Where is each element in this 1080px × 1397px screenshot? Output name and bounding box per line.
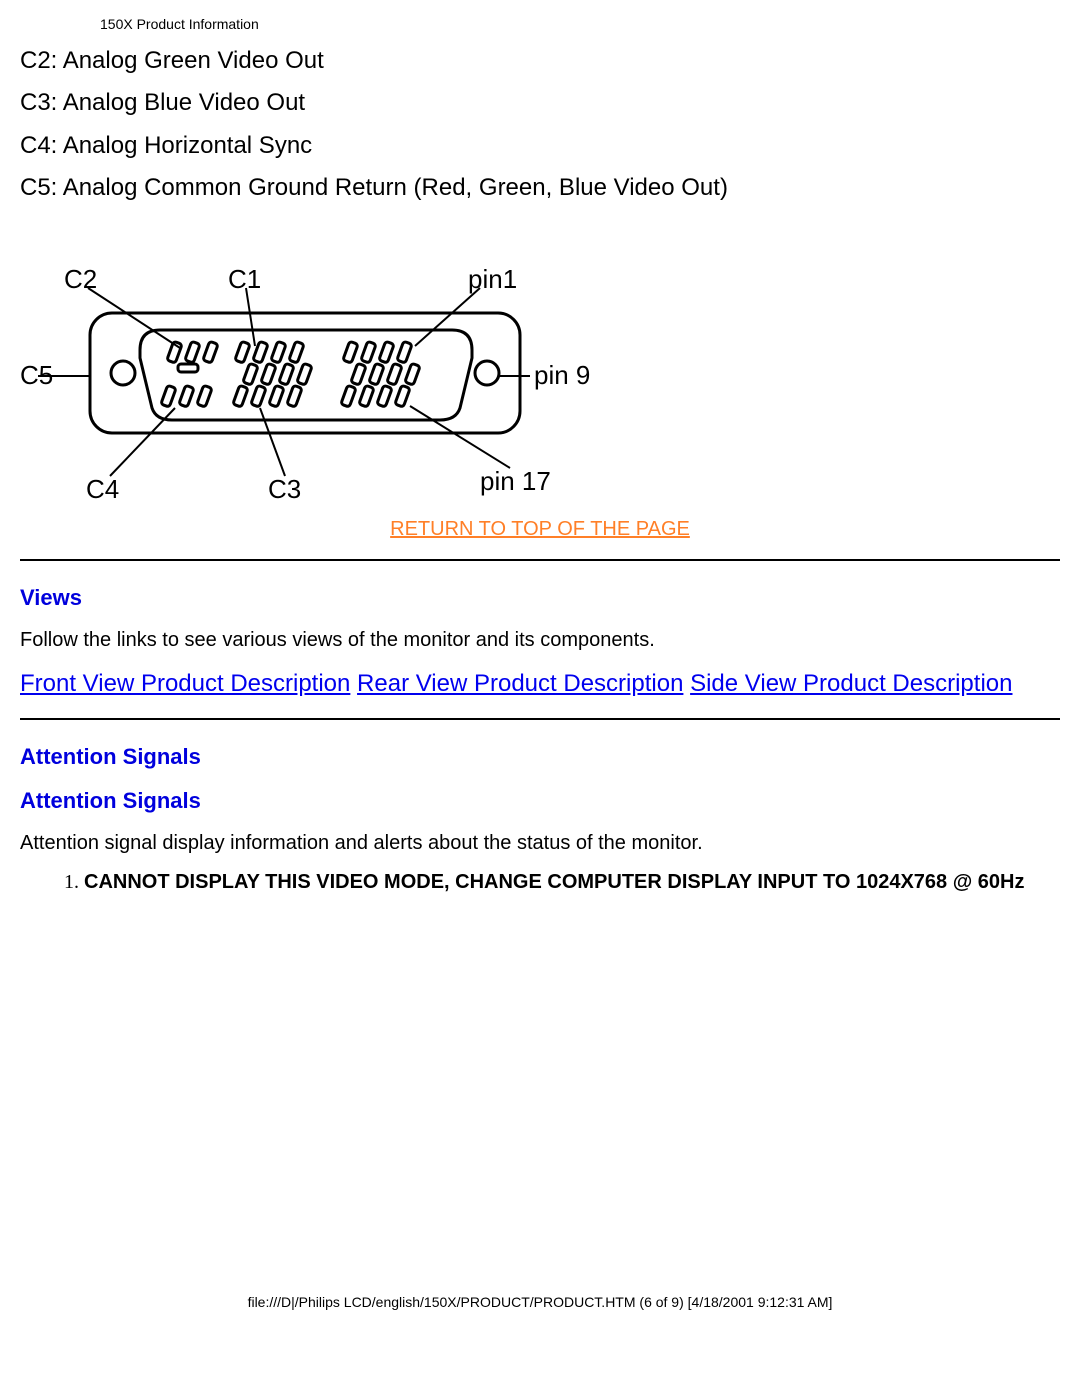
views-heading: Views <box>20 585 1060 611</box>
attention-list: CANNOT DISPLAY THIS VIDEO MODE, CHANGE C… <box>60 871 1060 894</box>
pin-c2: C2: Analog Green Video Out <box>20 42 1060 80</box>
divider <box>20 718 1060 720</box>
side-view-link[interactable]: Side View Product Description <box>690 670 1012 697</box>
return-to-top-link[interactable]: RETURN TO TOP OF THE PAGE <box>390 518 690 540</box>
label-c4: C4 <box>86 474 119 504</box>
rear-view-link[interactable]: Rear View Product Description <box>357 670 683 697</box>
pin-definitions: C2: Analog Green Video Out C3: Analog Bl… <box>20 42 1060 208</box>
attention-heading-1: Attention Signals <box>20 744 1060 770</box>
label-pin9: pin 9 <box>534 360 590 390</box>
view-links: Front View Product Description Rear View… <box>20 668 1060 700</box>
attention-item-1: CANNOT DISPLAY THIS VIDEO MODE, CHANGE C… <box>84 871 1060 894</box>
label-pin1: pin1 <box>468 264 517 294</box>
label-c1: C1 <box>228 264 261 294</box>
page-footer: file:///D|/Philips LCD/english/150X/PROD… <box>0 1294 1080 1322</box>
label-c5: C5 <box>20 360 53 390</box>
divider <box>20 559 1060 561</box>
front-view-link[interactable]: Front View Product Description <box>20 670 350 697</box>
label-c3: C3 <box>268 474 301 504</box>
pin-c3: C3: Analog Blue Video Out <box>20 84 1060 122</box>
views-intro: Follow the links to see various views of… <box>20 629 1060 652</box>
connector-diagram: C2 C1 C5 C4 C3 pin1 pin 9 pin 17 <box>20 258 1060 508</box>
label-c2: C2 <box>64 264 97 294</box>
attention-intro: Attention signal display information and… <box>20 832 1060 855</box>
attention-heading-2: Attention Signals <box>20 788 1060 814</box>
pin-c4: C4: Analog Horizontal Sync <box>20 127 1060 165</box>
pin-c5: C5: Analog Common Ground Return (Red, Gr… <box>20 169 1060 207</box>
label-pin17: pin 17 <box>480 466 551 496</box>
page-header: 150X Product Information <box>100 16 1060 32</box>
